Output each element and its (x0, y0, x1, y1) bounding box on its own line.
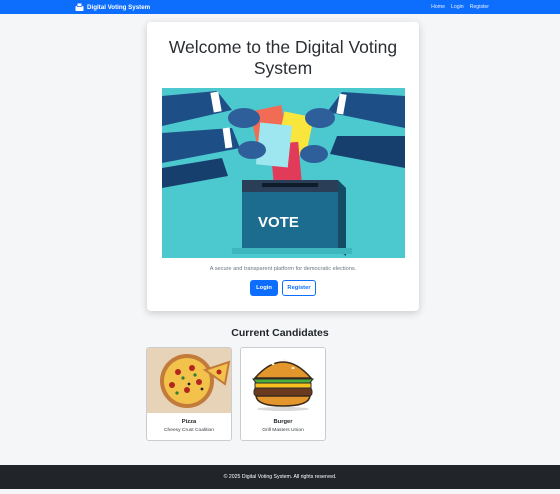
candidate-party: Grill Masters Union (262, 428, 304, 433)
vote-label: VOTE (258, 214, 299, 231)
nav-home-link[interactable]: Home (431, 4, 445, 10)
candidate-card-burger[interactable]: Burger Grill Masters Union (240, 347, 326, 441)
top-navbar: Digital Voting System Home Login Registe… (0, 0, 560, 14)
voting-illustration: VOTE (162, 88, 405, 258)
brand-text: Digital Voting System (87, 3, 151, 11)
ballot-box-icon (75, 3, 84, 11)
copyright-text: © 2025 Digital Voting System. All rights… (223, 474, 337, 480)
nav-login-link[interactable]: Login (451, 4, 464, 10)
tagline: A secure and transparent platform for de… (209, 266, 357, 272)
candidate-name: Burger (273, 419, 293, 425)
candidate-party: Cheesy Crust Coalition (163, 428, 214, 433)
welcome-card: Welcome to the Digital Voting System VOT… (147, 22, 419, 311)
footer: © 2025 Digital Voting System. All rights… (0, 465, 560, 489)
login-button[interactable]: Login (250, 280, 278, 296)
pizza-image (147, 348, 231, 413)
candidate-card-pizza[interactable]: Pizza Cheesy Crust Coalition (146, 347, 232, 441)
brand-link[interactable]: Digital Voting System (75, 0, 150, 14)
burger-image (241, 348, 325, 413)
nav-register-link[interactable]: Register (470, 4, 489, 10)
page-title: Welcome to the Digital Voting System (168, 37, 398, 78)
register-button[interactable]: Register (282, 280, 316, 296)
nav-links: Home Login Register (431, 0, 489, 14)
candidates-heading: Current Candidates (231, 327, 329, 339)
candidate-name: Pizza (181, 419, 197, 425)
